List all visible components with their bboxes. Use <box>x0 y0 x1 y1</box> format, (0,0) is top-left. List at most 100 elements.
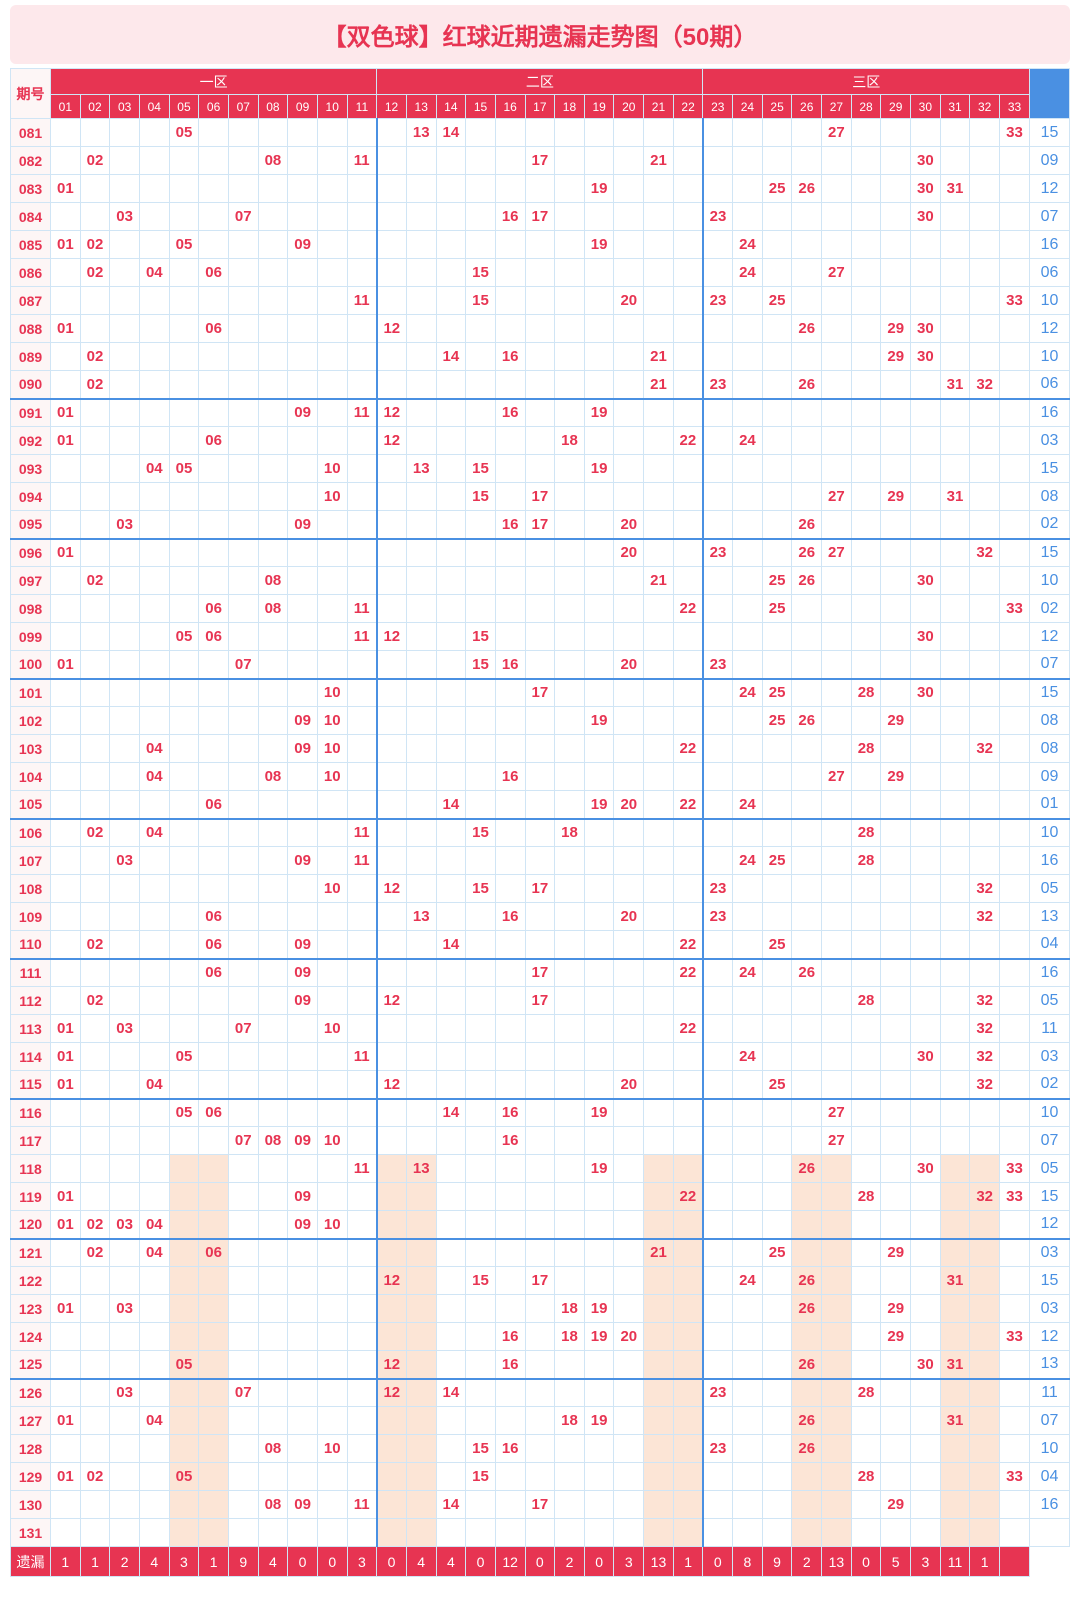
num-cell <box>317 1379 347 1407</box>
num-cell <box>1000 1043 1030 1071</box>
num-cell <box>970 1463 1000 1491</box>
num-cell <box>347 231 377 259</box>
num-cell: 12 <box>377 427 407 455</box>
col-header-28: 28 <box>851 95 881 119</box>
num-cell <box>911 763 941 791</box>
num-cell: 29 <box>881 483 911 511</box>
num-cell <box>673 1239 703 1267</box>
num-cell: 30 <box>911 147 941 175</box>
num-cell <box>792 119 822 147</box>
num-cell <box>1000 175 1030 203</box>
num-cell: 27 <box>822 1127 852 1155</box>
num-cell <box>80 399 110 427</box>
num-cell <box>881 1155 911 1183</box>
num-cell <box>525 119 555 147</box>
num-cell: 04 <box>139 735 169 763</box>
num-cell <box>495 679 525 707</box>
num-cell <box>673 1211 703 1239</box>
num-cell: 17 <box>525 203 555 231</box>
num-cell <box>881 623 911 651</box>
blue-cell: 11 <box>1030 1015 1070 1043</box>
num-cell: 17 <box>525 511 555 539</box>
num-cell <box>555 511 585 539</box>
num-cell <box>881 987 911 1015</box>
num-cell: 10 <box>317 483 347 511</box>
num-cell <box>51 903 81 931</box>
num-cell <box>525 1239 555 1267</box>
num-cell <box>555 539 585 567</box>
num-cell <box>169 343 199 371</box>
num-cell: 13 <box>406 1155 436 1183</box>
num-cell <box>940 735 970 763</box>
num-cell: 11 <box>347 1155 377 1183</box>
num-cell <box>940 1127 970 1155</box>
num-cell <box>288 203 318 231</box>
num-cell <box>436 1015 466 1043</box>
num-cell <box>466 1211 496 1239</box>
num-cell <box>733 1379 763 1407</box>
num-cell: 01 <box>51 175 81 203</box>
num-cell <box>851 539 881 567</box>
num-cell <box>80 707 110 735</box>
num-cell <box>51 847 81 875</box>
num-cell <box>970 119 1000 147</box>
num-cell <box>436 427 466 455</box>
num-cell: 10 <box>317 707 347 735</box>
num-cell <box>555 875 585 903</box>
num-cell <box>436 763 466 791</box>
num-cell <box>762 231 792 259</box>
num-cell <box>970 707 1000 735</box>
num-cell <box>525 819 555 847</box>
num-cell <box>851 427 881 455</box>
num-cell <box>436 1043 466 1071</box>
num-cell <box>703 567 733 595</box>
num-cell <box>555 455 585 483</box>
num-cell <box>377 343 407 371</box>
num-cell <box>555 343 585 371</box>
num-cell <box>139 1155 169 1183</box>
num-cell <box>288 595 318 623</box>
period-cell: 116 <box>11 1099 51 1127</box>
period-cell: 127 <box>11 1407 51 1435</box>
num-cell <box>1000 707 1030 735</box>
num-cell <box>258 679 288 707</box>
num-cell: 32 <box>970 539 1000 567</box>
num-cell <box>703 1211 733 1239</box>
num-cell: 28 <box>851 1183 881 1211</box>
num-cell <box>822 1071 852 1099</box>
num-cell <box>881 1043 911 1071</box>
num-cell <box>80 1043 110 1071</box>
blue-cell: 16 <box>1030 231 1070 259</box>
num-cell <box>584 483 614 511</box>
num-cell <box>822 287 852 315</box>
num-cell: 17 <box>525 875 555 903</box>
num-cell <box>139 623 169 651</box>
num-cell <box>436 371 466 399</box>
num-cell <box>940 987 970 1015</box>
period-cell: 103 <box>11 735 51 763</box>
num-cell <box>228 1043 258 1071</box>
num-cell: 29 <box>881 763 911 791</box>
num-cell: 06 <box>199 623 229 651</box>
num-cell <box>792 1127 822 1155</box>
num-cell: 28 <box>851 735 881 763</box>
num-cell <box>881 595 911 623</box>
num-cell <box>51 595 81 623</box>
num-cell <box>317 651 347 679</box>
num-cell: 16 <box>495 1323 525 1351</box>
num-cell: 10 <box>317 1015 347 1043</box>
num-cell <box>347 1239 377 1267</box>
num-cell <box>911 1519 941 1547</box>
num-cell <box>703 315 733 343</box>
num-cell <box>703 1295 733 1323</box>
num-cell <box>110 231 140 259</box>
num-cell <box>703 231 733 259</box>
num-cell: 12 <box>377 1351 407 1379</box>
num-cell: 03 <box>110 1211 140 1239</box>
num-cell <box>614 1127 644 1155</box>
num-cell <box>525 427 555 455</box>
num-cell <box>258 483 288 511</box>
num-cell <box>80 427 110 455</box>
miss-cell: 4 <box>436 1547 466 1577</box>
num-cell <box>644 931 674 959</box>
